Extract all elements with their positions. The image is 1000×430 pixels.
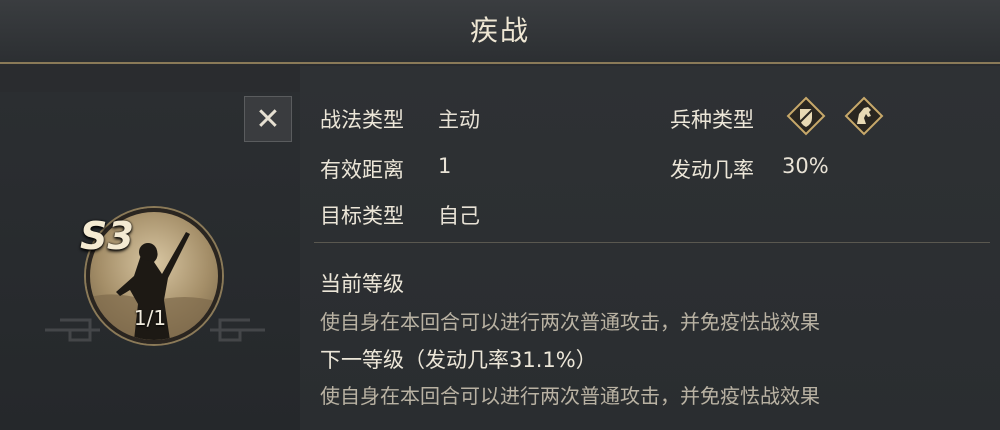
current-level-title: 当前等级: [320, 272, 404, 296]
shield-troop-icon: [786, 96, 826, 136]
next-level-description: 使自身在本回合可以进行两次普通攻击，并免疫怯战效果: [320, 384, 820, 408]
range-value: 1: [438, 154, 452, 178]
divider: [314, 242, 990, 243]
trigger-rate-value: 30%: [782, 154, 829, 178]
trigger-rate-label: 发动几率: [670, 158, 754, 182]
range-label: 有效距离: [320, 158, 404, 182]
close-button[interactable]: ✕: [244, 96, 292, 142]
current-level-description: 使自身在本回合可以进行两次普通攻击，并免疫怯战效果: [320, 310, 820, 334]
tactic-type-label: 战法类型: [320, 108, 404, 132]
page-title: 疾战: [469, 14, 530, 47]
skill-details-panel: [300, 66, 1000, 430]
skill-grade: S3: [80, 214, 134, 258]
target-type-value: 自己: [438, 204, 480, 228]
cavalry-troop-icon: [844, 96, 884, 136]
troop-type-label: 兵种类型: [670, 108, 754, 132]
skill-count: 1/1: [133, 306, 167, 330]
title-bar: 疾战: [0, 0, 1000, 64]
target-type-label: 目标类型: [320, 204, 404, 228]
close-icon: ✕: [255, 101, 281, 137]
tactic-type-value: 主动: [438, 108, 480, 132]
next-level-title: 下一等级（发动几率31.1%）: [320, 348, 597, 372]
